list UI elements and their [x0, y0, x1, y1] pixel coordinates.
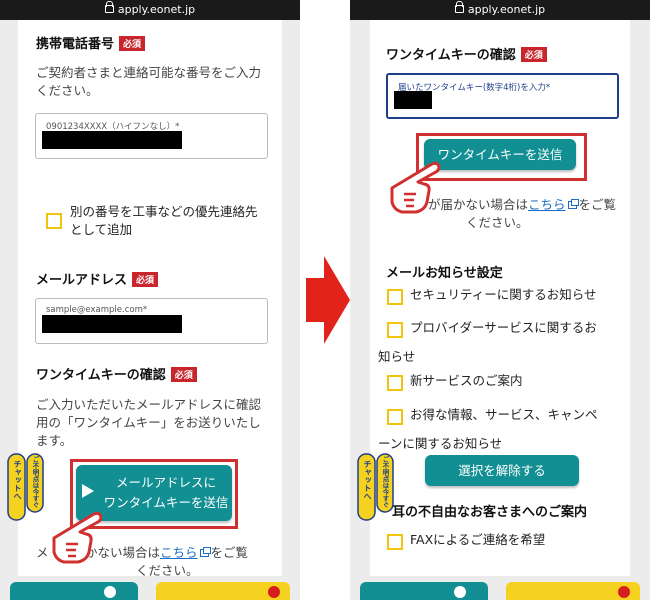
redacted-value [42, 315, 182, 333]
url-text: apply.eonet.jp [467, 3, 546, 16]
label-line: 別の番号を工事などの優先連絡先 [70, 204, 258, 219]
lock-icon [104, 1, 114, 13]
form-content: 携帯電話番号 必須 ご契約者さまと連絡可能な番号をご入力 ください。 090123… [18, 20, 282, 578]
button-label-line: メールアドレスに [115, 475, 216, 490]
pointing-hand-icon [390, 161, 441, 214]
provider-service-checkbox[interactable] [387, 322, 403, 338]
bottom-teal-button[interactable] [360, 582, 488, 600]
priority-contact-checkbox[interactable] [46, 213, 62, 229]
otp-heading: ワンタイムキーの確認 必須 [386, 44, 547, 63]
description-line: ご入力いただいたメールアドレスに確認 [36, 397, 262, 412]
browser-address-bar: apply.eonet.jp [0, 0, 300, 20]
mail-settings-heading: メールお知らせ設定 [386, 266, 503, 281]
paper-plane-icon [82, 484, 94, 498]
required-badge: 必須 [119, 36, 146, 51]
pointing-hand-icon [52, 511, 103, 564]
email-heading: メールアドレス 必須 [36, 269, 159, 288]
chat-tab-sublabel: ご不明点は今すぐ [31, 456, 39, 508]
otp-input[interactable]: 届いたワンタイムキー(数字4桁)を入力* [386, 73, 619, 119]
otp-description: ご入力いただいたメールアドレスに確認 用の「ワンタイムキー」をお送りいたし ます… [36, 396, 282, 450]
lock-icon [454, 1, 464, 13]
description-line: ください。 [36, 83, 99, 98]
new-service-checkbox[interactable] [387, 375, 403, 391]
email-input[interactable]: sample@example.com* [35, 298, 268, 344]
phone-number-input[interactable]: 0901234XXXX（ハイフンなし）* [35, 113, 268, 159]
otp-heading: ワンタイムキーの確認 必須 [36, 364, 197, 383]
accessibility-heading: 耳の不自由なお客さまへのご案内 [392, 505, 588, 520]
step-arrow-icon [306, 256, 350, 344]
security-notice-checkbox[interactable] [387, 289, 403, 305]
bottom-yellow-button[interactable] [506, 582, 640, 600]
badge-dot [104, 586, 116, 598]
email-placeholder: sample@example.com* [46, 305, 148, 315]
badge-dot [618, 586, 630, 598]
required-badge: 必須 [520, 47, 547, 62]
url-text: apply.eonet.jp [117, 3, 196, 16]
deals-label: お得な情報、サービス、キャンペ [410, 407, 598, 422]
bottom-yellow-button[interactable] [156, 582, 290, 600]
provider-service-label-cont: 知らせ [378, 349, 416, 364]
help-link[interactable]: こちら [528, 197, 566, 212]
description-line: ます。 [36, 433, 73, 448]
required-badge: 必須 [170, 367, 197, 382]
description-line: ご契約者さまと連絡可能な番号をご入力 [36, 65, 262, 80]
chat-tab-label: チャットへ [13, 460, 22, 500]
bottom-teal-button[interactable] [10, 582, 138, 600]
phone-number-description: ご契約者さまと連絡可能な番号をご入力 ください。 [36, 64, 282, 100]
deselect-label: 選択を解除する [458, 463, 546, 478]
chat-tab-label: チャットへ [363, 460, 372, 500]
bottom-action-bar [350, 576, 650, 600]
deals-label-cont: ーンに関するお知らせ [378, 436, 503, 451]
deals-checkbox[interactable] [387, 409, 403, 425]
phone-number-title: 携帯電話番号 [36, 37, 115, 52]
fax-contact-label: FAXによるご連絡を希望 [410, 532, 546, 547]
redacted-value [42, 131, 182, 149]
button-label-line: ワンタイムキーを送信 [103, 495, 229, 510]
bottom-action-bar [0, 576, 300, 600]
external-link-icon [199, 547, 211, 557]
form-content: ワンタイムキーの確認 必須 届いたワンタイムキー(数字4桁)を入力* ワンタイムキ… [370, 20, 630, 576]
notice-text: をご覧 [210, 545, 249, 560]
browser-address-bar: apply.eonet.jp [350, 0, 650, 20]
otp-title: ワンタイムキーの確認 [36, 368, 166, 383]
security-notice-label: セキュリティーに関するお知らせ [410, 287, 597, 302]
fax-contact-checkbox[interactable] [387, 534, 403, 550]
label-line: として追加 [70, 222, 133, 237]
right-phone-screen: apply.eonet.jp ワンタイムキーの確認 必須 届いたワンタイムキー(数… [350, 0, 650, 600]
left-phone-screen: apply.eonet.jp 携帯電話番号 必須 ご契約者さまと連絡可能な番号をご… [0, 0, 300, 600]
send-otp-label: ワンタイムキーを送信 [437, 147, 563, 162]
required-badge: 必須 [132, 272, 159, 287]
phone-number-heading: 携帯電話番号 必須 [36, 33, 146, 52]
email-title: メールアドレス [36, 273, 128, 288]
notice-text: をご覧 [578, 197, 617, 212]
description-line: 用の「ワンタイムキー」をお送りいたし [36, 415, 261, 430]
deselect-all-button[interactable]: 選択を解除する [425, 455, 579, 486]
help-link[interactable]: こちら [160, 545, 198, 560]
priority-contact-label: 別の番号を工事などの優先連絡先 として追加 [70, 203, 270, 239]
provider-service-label: プロバイダーサービスに関するお [410, 320, 597, 335]
badge-dot [454, 586, 466, 598]
redacted-value [394, 91, 432, 109]
external-link-icon [567, 199, 579, 209]
chat-tab-sublabel: ご不明点は今すぐ [381, 456, 389, 508]
otp-title: ワンタイムキーの確認 [386, 48, 516, 63]
badge-dot [268, 586, 280, 598]
new-service-label: 新サービスのご案内 [410, 373, 523, 388]
